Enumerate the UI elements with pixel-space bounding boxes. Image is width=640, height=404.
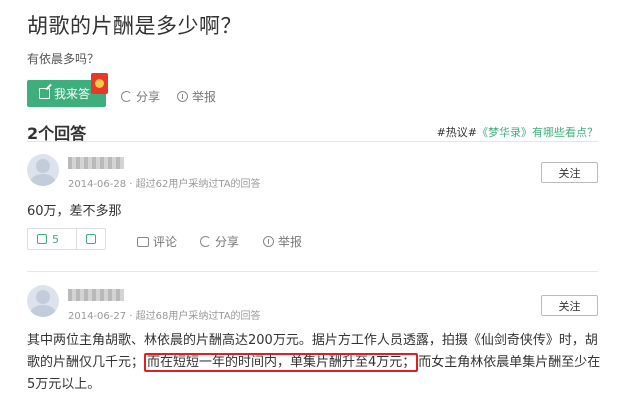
answer-text: 其中两位主角胡歌、林依晨的片酬高达200万元。据片方工作人员透露，拍摄《仙剑奇侠… [27, 330, 602, 396]
like-count: 5 [52, 232, 59, 246]
blurred-username[interactable] [68, 157, 124, 169]
divider [27, 141, 598, 142]
share-label: 分享 [215, 235, 240, 249]
highlighted-text: 而在短短一年的时间内，单集片酬升至4万元； [144, 353, 419, 372]
avatar[interactable] [27, 154, 59, 186]
divider [27, 271, 598, 272]
vote-box: 5 [27, 228, 106, 250]
share-icon [200, 236, 211, 247]
like-button[interactable]: 5 [28, 229, 77, 249]
avatar[interactable] [27, 285, 59, 317]
dislike-button[interactable] [77, 229, 105, 249]
follow-button[interactable]: 关注 [541, 162, 598, 183]
question-title: 胡歌的片酬是多少啊？ [27, 14, 242, 38]
answer-button-label: 我来答 [54, 87, 91, 101]
report-button[interactable]: 举报 [177, 88, 216, 105]
answer-text: 60万，差不多那 [27, 204, 122, 219]
thumb-up-icon [37, 234, 47, 244]
answer-share-button[interactable]: 分享 [200, 233, 239, 250]
share-icon [121, 91, 132, 102]
pencil-icon [39, 88, 50, 99]
share-label: 分享 [136, 90, 161, 104]
question-subtitle: 有依晨多吗？ [27, 52, 100, 66]
comment-button[interactable]: 评论 [137, 233, 177, 250]
blurred-username[interactable] [68, 289, 124, 301]
answer-meta: 2014-06-27 · 超过68用户采纳过TA的回答 [68, 311, 261, 322]
hot-topic[interactable]: #热议#《梦华录》有哪些看点？ [437, 124, 598, 140]
hot-topic-link[interactable]: 《梦华录》有哪些看点？ [477, 126, 598, 139]
follow-button[interactable]: 关注 [541, 295, 598, 316]
report-label: 举报 [192, 90, 217, 104]
comment-icon [137, 236, 149, 247]
hot-tag: #热议# [436, 126, 477, 139]
answer-meta: 2014-06-28 · 超过62用户采纳过TA的回答 [68, 179, 261, 190]
thumb-down-icon [86, 234, 96, 244]
report-icon [177, 91, 188, 102]
share-button[interactable]: 分享 [121, 88, 160, 105]
answer-report-button[interactable]: 举报 [263, 233, 302, 250]
comment-label: 评论 [153, 235, 178, 249]
report-icon [263, 236, 274, 247]
report-label: 举报 [278, 235, 303, 249]
red-packet-icon[interactable] [91, 73, 108, 94]
